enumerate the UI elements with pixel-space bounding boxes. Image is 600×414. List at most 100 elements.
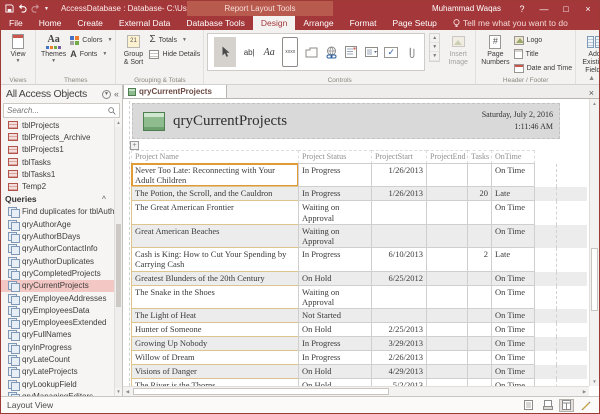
report-date[interactable]: Saturday, July 2, 2016 [482, 109, 553, 121]
cell-tasks[interactable] [467, 285, 492, 309]
nav-section-queries[interactable]: Queries ^ [1, 193, 114, 206]
collapse-section-icon[interactable]: ^ [102, 196, 106, 203]
nav-item-query[interactable]: qryAuthorDuplicates [1, 255, 114, 267]
column-header[interactable]: ProjectStart [371, 150, 427, 164]
cell-project-name[interactable]: The Snake in the Shoes [131, 285, 299, 309]
cell-project-status[interactable]: Not Started [298, 308, 372, 323]
cell-project-end[interactable] [426, 247, 468, 271]
cell-tasks[interactable] [467, 336, 492, 351]
maximize-button[interactable]: □ [555, 1, 577, 16]
nav-item-query[interactable]: Find duplicates for tblAuthors [1, 206, 114, 218]
date-time-button[interactable]: Date and Time [514, 62, 573, 74]
themes-button[interactable]: Aa Themes▼ [39, 32, 68, 66]
cell-project-end[interactable] [426, 285, 468, 309]
cell-project-status[interactable]: Waiting on Approval [298, 224, 372, 248]
design-view-icon[interactable] [578, 399, 593, 412]
nav-item-query[interactable]: qryCompletedProjects [1, 267, 114, 279]
cell-ontime[interactable]: On Time [491, 364, 535, 379]
cell-project-name[interactable]: Great American Beaches [131, 224, 299, 248]
cell-project-start[interactable]: 6/25/2012 [371, 271, 427, 286]
cell-project-end[interactable] [426, 163, 468, 187]
cell-project-end[interactable] [426, 271, 468, 286]
nav-pane-menu-icon[interactable]: ▼ [102, 90, 111, 99]
nav-item-query[interactable]: qryManagingEditors [1, 390, 114, 396]
cell-project-status[interactable]: On Hold [298, 271, 372, 286]
scroll-left-icon[interactable]: ◀ [123, 387, 132, 396]
cell-project-status[interactable]: In Progress [298, 163, 372, 187]
tab-control[interactable] [304, 37, 318, 67]
layout-selector-handle[interactable]: + [130, 141, 139, 150]
cell-project-status[interactable]: In Progress [298, 247, 372, 271]
cell-tasks[interactable] [467, 224, 492, 248]
cell-project-start[interactable] [371, 224, 427, 248]
cell-tasks[interactable]: 2 [467, 247, 492, 271]
cell-project-name[interactable]: The Great American Frontier [131, 200, 299, 224]
hide-details-button[interactable]: Hide Details [149, 48, 200, 60]
cell-project-status[interactable]: On Hold [298, 322, 372, 337]
nav-item-query[interactable]: qryEmployeeAddresses [1, 292, 114, 304]
nav-item-query[interactable]: qryLookupField [1, 378, 114, 390]
close-tab-icon[interactable]: × [584, 88, 599, 98]
document-tab[interactable]: qryCurrentProjects [123, 84, 227, 98]
cell-project-end[interactable] [426, 322, 468, 337]
cell-project-start[interactable] [371, 308, 427, 323]
cell-tasks[interactable] [467, 378, 492, 386]
cell-ontime[interactable]: On Time [491, 285, 535, 309]
cell-project-end[interactable] [426, 378, 468, 386]
scroll-up-icon[interactable]: ▲ [590, 99, 599, 108]
cell-project-end[interactable] [426, 186, 468, 201]
listbox-control[interactable] [344, 37, 358, 67]
cell-ontime[interactable]: On Time [491, 308, 535, 323]
cell-project-name[interactable]: The Light of Heat [131, 308, 299, 323]
insert-image-button[interactable]: Insert Image [444, 32, 472, 68]
cell-tasks[interactable] [467, 271, 492, 286]
logo-button[interactable]: Logo [514, 34, 573, 46]
tell-me-box[interactable]: Tell me what you want to do [445, 16, 576, 30]
textbox-control[interactable]: ab| [242, 37, 256, 67]
cell-project-name[interactable]: The River is the Thorns [131, 378, 299, 386]
nav-pane-title[interactable]: All Access Objects [6, 88, 102, 100]
horizontal-scrollbar[interactable]: ◀ ▶ [123, 386, 589, 396]
redo-icon[interactable] [31, 4, 40, 13]
nav-item-table[interactable]: tblProjects_Archive [1, 131, 114, 143]
hyperlink-control[interactable] [324, 37, 338, 67]
cell-project-start[interactable]: 1/26/2013 [371, 163, 427, 187]
cell-project-start[interactable]: 2/25/2013 [371, 322, 427, 337]
cell-project-start[interactable]: 4/29/2013 [371, 364, 427, 379]
nav-item-query[interactable]: qryAuthorBDays [1, 230, 114, 242]
print-preview-icon[interactable] [540, 399, 555, 412]
cell-ontime[interactable]: On Time [491, 322, 535, 337]
nav-item-table[interactable]: tblProjects [1, 119, 114, 131]
cell-ontime[interactable]: On Time [491, 378, 535, 386]
ribbon-tab[interactable]: Design [253, 16, 295, 30]
shutter-bar-icon[interactable]: « [114, 89, 119, 99]
gallery-down-icon[interactable]: ▼ [430, 43, 439, 52]
report-logo-icon[interactable] [143, 112, 165, 131]
cell-project-name[interactable]: Hunter of Someone [131, 322, 299, 337]
totals-button[interactable]: Σ Totals▼ [149, 34, 200, 46]
cell-ontime[interactable]: On Time [491, 336, 535, 351]
ribbon-tab[interactable]: Page Setup [384, 16, 444, 30]
column-header[interactable]: ProjectEnd [426, 150, 468, 164]
group-sort-button[interactable]: 21 Group & Sort [119, 32, 147, 68]
cell-project-start[interactable]: 1/26/2013 [371, 186, 427, 201]
scroll-up-icon[interactable]: ▲ [115, 119, 122, 127]
ribbon-tab[interactable]: File [1, 16, 31, 30]
nav-item-query[interactable]: qryInProgress [1, 341, 114, 353]
cell-project-end[interactable] [426, 350, 468, 365]
nav-item-query[interactable]: qryLateProjects [1, 366, 114, 378]
cell-project-end[interactable] [426, 308, 468, 323]
cell-project-start[interactable] [371, 200, 427, 224]
account-name[interactable]: Muhammad Waqas [432, 4, 501, 13]
cell-project-name[interactable]: Visions of Danger [131, 364, 299, 379]
report-header[interactable]: qryCurrentProjects Saturday, July 2, 201… [132, 103, 560, 139]
vertical-scrollbar[interactable]: ▲ ▼ [589, 99, 599, 386]
cell-project-start[interactable] [371, 285, 427, 309]
cell-project-start[interactable]: 5/2/2013 [371, 378, 427, 386]
combobox-control[interactable] [364, 37, 378, 67]
cell-project-end[interactable] [426, 336, 468, 351]
cell-project-name[interactable]: Never Too Late: Reconnecting with Your A… [131, 163, 299, 187]
ribbon-tab[interactable]: Create [69, 16, 111, 30]
cell-project-start[interactable]: 3/29/2013 [371, 336, 427, 351]
report-title[interactable]: qryCurrentProjects [173, 113, 287, 130]
